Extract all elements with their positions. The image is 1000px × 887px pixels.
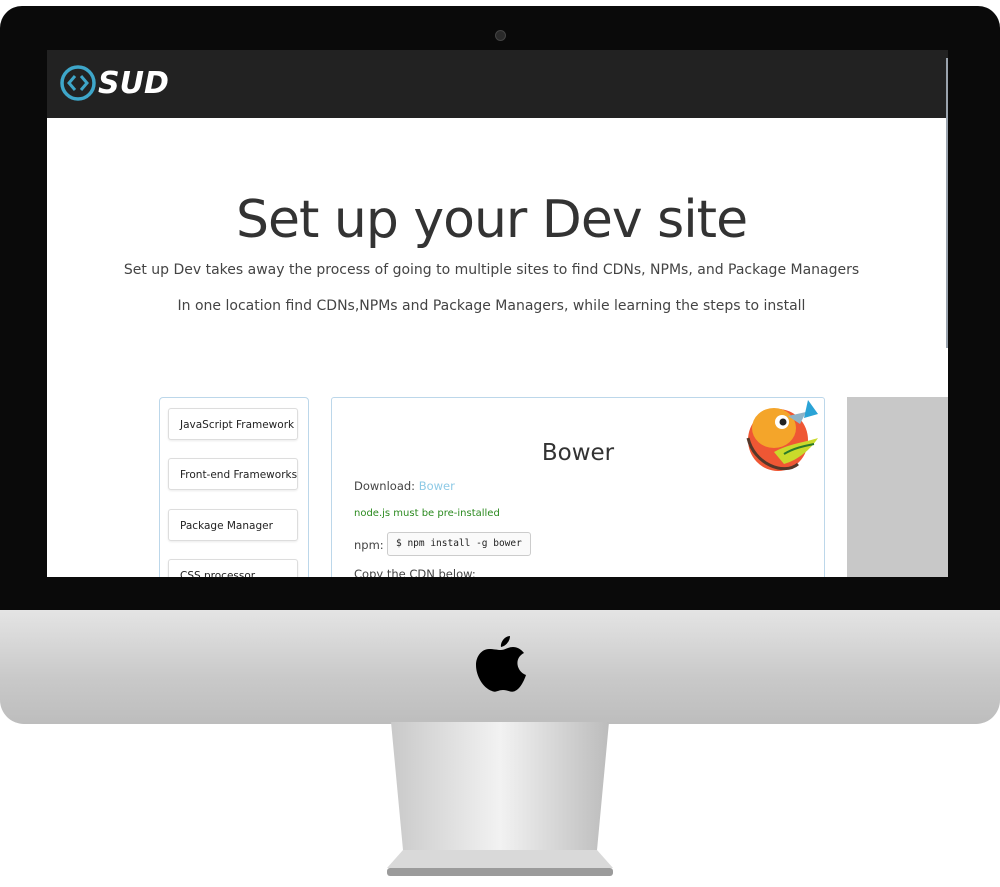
navbar: SUD: [47, 50, 948, 118]
npm-command[interactable]: $ npm install -g bower: [387, 532, 531, 556]
hero-description: In one location find CDNs,NPMs and Packa…: [177, 298, 806, 314]
brand[interactable]: SUD: [59, 64, 169, 102]
prerequisite-note: node.js must be pre-installed: [354, 508, 500, 519]
hero-subtitle: Set up Dev takes away the process of goi…: [123, 262, 860, 278]
download-row: Download: Bower: [354, 479, 455, 493]
browser-screen: SUD Set up your Dev site Set up Dev take…: [47, 50, 948, 577]
sidebar-item-javascript-framework[interactable]: JavaScript Framework: [168, 408, 298, 440]
sidebar-item-front-end-frameworks[interactable]: Front-end Frameworks: [168, 458, 298, 490]
detail-panel: Bower Download: Bower node.js must be pr…: [331, 397, 825, 577]
package-title: Bower: [541, 440, 615, 466]
category-sidebar: JavaScript Framework Front-end Framework…: [159, 397, 309, 577]
sidebar-item-package-manager[interactable]: Package Manager: [168, 509, 298, 541]
download-label: Download:: [354, 479, 416, 493]
side-placeholder: [847, 397, 948, 577]
apple-icon: [476, 636, 526, 692]
sidebar-item-css-processor[interactable]: CSS processor: [168, 559, 298, 577]
monitor-chin: [0, 610, 1000, 724]
camera: [495, 30, 506, 41]
code-brackets-icon: [60, 65, 96, 101]
scrollbar[interactable]: [946, 58, 948, 348]
npm-label: npm:: [354, 538, 384, 552]
brand-name: SUD: [98, 65, 169, 101]
page-title: Set up your Dev site: [235, 190, 748, 250]
monitor-stand: [387, 722, 613, 876]
download-link[interactable]: Bower: [419, 479, 455, 493]
cdn-label: Copy the CDN below:: [354, 567, 476, 577]
